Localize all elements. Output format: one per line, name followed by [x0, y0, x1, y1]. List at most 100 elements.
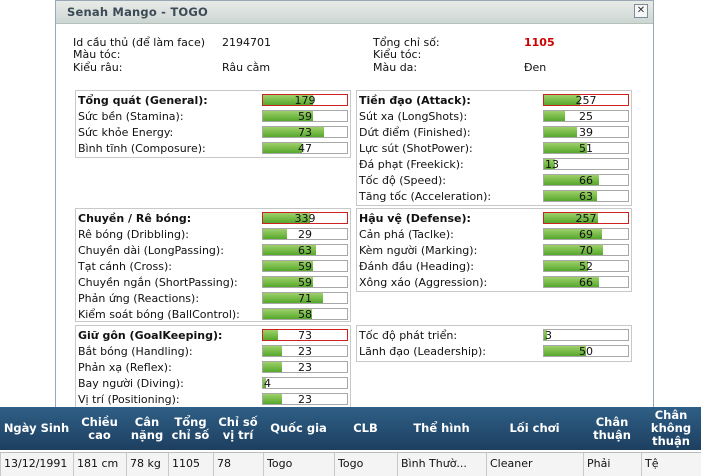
dribbling-attr-2-bar: 59	[262, 260, 348, 273]
general-attr-1-bar: 73	[262, 126, 348, 139]
goalkeeping-attr-1-label: Phản xạ (Reflex):	[78, 361, 172, 374]
dribbling-attr-2-row: Tạt cánh (Cross): 59	[76, 259, 350, 275]
general-attr-1-row: Sức khỏe Energy: 73	[76, 125, 350, 141]
cell-weight: 78 kg	[126, 453, 168, 476]
dribbling-attr-5-bar: 58	[262, 308, 348, 321]
defense-attr-2-label: Đánh đầu (Heading):	[359, 260, 474, 273]
general-total-value: 179	[294, 94, 316, 107]
cell-height: 181 cm	[73, 453, 126, 476]
attack-attr-4-label: Tốc độ (Speed):	[359, 174, 446, 187]
goalkeeping-total-label: Giữ gôn (GoalKeeping):	[78, 329, 223, 342]
cell-play-style: Cleaner	[486, 453, 583, 476]
attack-attr-2-label: Lực sút (ShotPower):	[359, 142, 473, 155]
goalkeeping-attr-3-label: Vị trí (Positioning):	[78, 393, 180, 406]
goalkeeping-attr-2-value: 4	[264, 377, 271, 390]
goalkeeping-attr-3-bar: 23	[262, 393, 348, 406]
goalkeeping-total-value: 73	[298, 329, 312, 342]
dribbling-attr-5-row: Kiểm soát bóng (BallControl): 58	[76, 307, 350, 323]
cell-club: Togo	[334, 453, 397, 476]
dribbling-attr-2-label: Tạt cánh (Cross):	[78, 260, 172, 273]
header-club[interactable]: CLB	[334, 407, 397, 450]
header-weight[interactable]: Cân nặng	[126, 407, 168, 450]
general-attr-1-label: Sức khỏe Energy:	[78, 126, 174, 139]
attack-attr-1-value: 39	[579, 126, 593, 139]
misc-attr-0-label: Tốc độ phát triển:	[359, 329, 458, 342]
attack-attr-5-value: 63	[579, 190, 593, 203]
general-attr-2-value: 47	[298, 142, 312, 155]
table-row[interactable]: 13/12/1991 181 cm 78 kg 1105 78 Togo Togo Bình …	[0, 452, 701, 476]
defense-attr-2-row: Đánh đầu (Heading): 52	[357, 259, 631, 275]
attack-attr-5-row: Tăng tốc (Acceleration): 63	[357, 189, 631, 205]
dribbling-attr-0-value: 29	[298, 228, 312, 241]
defense-attr-0-value: 69	[579, 228, 593, 241]
goalkeeping-attr-0-label: Bắt bóng (Handling):	[78, 345, 193, 358]
table-header: Ngày Sinh Chiều cao Cân nặng Tổng chỉ số Chỉ…	[0, 407, 701, 450]
beard-value: Râu cằm	[222, 61, 271, 74]
defense-total-bar: 257	[543, 212, 629, 225]
dribbling-attr-3-label: Chuyền ngắn (ShortPassing):	[78, 276, 238, 289]
cell-position-stats: 78	[213, 453, 263, 476]
panel-goalkeeping: Giữ gôn (GoalKeeping): 73 Bắt bóng (Handli…	[75, 325, 351, 409]
general-total-row: Tổng quát (General): 179	[76, 93, 350, 109]
panel-attack: Tiền đạo (Attack): 257 Sút xa (LongShots):…	[356, 90, 632, 206]
skin-value: Đen	[524, 61, 547, 74]
dribbling-attr-5-label: Kiểm soát bóng (BallControl):	[78, 308, 240, 321]
player-detail-dialog: Senah Mango - TOGO ✕ Id cầu thủ (để làm …	[55, 0, 654, 412]
dribbling-total-value: 339	[294, 212, 316, 225]
attack-attr-3-label: Đá phạt (Freekick):	[359, 158, 464, 171]
dribbling-attr-0-row: Rê bóng (Dribbling): 29	[76, 227, 350, 243]
dribbling-attr-1-value: 63	[298, 244, 312, 257]
dribbling-attr-3-value: 59	[298, 276, 312, 289]
attack-attr-3-value: 13	[545, 158, 559, 171]
dribbling-total-row: Chuyền / Rê bóng: 339	[76, 211, 350, 227]
attack-attr-4-bar: 66	[543, 174, 629, 187]
defense-total-row: Hậu vệ (Defense): 257	[357, 211, 631, 227]
attack-attr-4-row: Tốc độ (Speed): 66	[357, 173, 631, 189]
dribbling-attr-5-value: 58	[298, 308, 312, 321]
header-birth-date[interactable]: Ngày Sinh	[0, 407, 73, 450]
goalkeeping-attr-0-value: 23	[298, 345, 312, 358]
dribbling-total-label: Chuyền / Rê bóng:	[78, 212, 192, 225]
panel-defense: Hậu vệ (Defense): 257 Cản phá (Taclke): 69 K…	[356, 208, 632, 292]
header-body-type[interactable]: Thể hình	[397, 407, 486, 450]
skin-label: Màu da:	[373, 61, 418, 74]
misc-attr-0-row: Tốc độ phát triển: 3	[357, 328, 631, 344]
attack-attr-1-label: Dứt điểm (Finished):	[359, 126, 471, 139]
header-weak-foot[interactable]: Chân không thuận	[641, 407, 701, 450]
general-attr-2-row: Bình tĩnh (Composure): 47	[76, 141, 350, 157]
goalkeeping-attr-1-value: 23	[298, 361, 312, 374]
goalkeeping-attr-2-row: Bay người (Diving): 4	[76, 376, 350, 392]
header-nationality[interactable]: Quốc gia	[263, 407, 334, 450]
header-play-style[interactable]: Lối chơi	[486, 407, 583, 450]
beard-label: Kiểu râu:	[73, 61, 123, 74]
defense-attr-3-row: Xông xáo (Aggression): 66	[357, 275, 631, 291]
header-height[interactable]: Chiều cao	[73, 407, 126, 450]
dialog-title: Senah Mango - TOGO	[67, 5, 208, 19]
defense-attr-1-bar: 70	[543, 244, 629, 257]
header-position-stats[interactable]: Chỉ số vị trí	[213, 407, 263, 450]
attack-attr-0-row: Sút xa (LongShots): 25	[357, 109, 631, 125]
goalkeeping-attr-3-value: 23	[298, 393, 312, 406]
dribbling-attr-1-label: Chuyền dài (LongPassing):	[78, 244, 224, 257]
header-total-stats[interactable]: Tổng chỉ số	[168, 407, 213, 450]
attack-total-row: Tiền đạo (Attack): 257	[357, 93, 631, 109]
misc-attr-1-value: 50	[579, 345, 593, 358]
attack-attr-1-row: Dứt điểm (Finished): 39	[357, 125, 631, 141]
attack-attr-2-bar: 51	[543, 142, 629, 155]
panel-general: Tổng quát (General): 179 Sức bền (Stamina)…	[75, 90, 351, 158]
close-icon[interactable]: ✕	[634, 4, 648, 18]
defense-attr-0-row: Cản phá (Taclke): 69	[357, 227, 631, 243]
attack-attr-1-bar: 39	[543, 126, 629, 139]
dialog-titlebar[interactable]: Senah Mango - TOGO ✕	[56, 1, 653, 24]
dribbling-attr-3-row: Chuyền ngắn (ShortPassing): 59	[76, 275, 350, 291]
header-preferred-foot[interactable]: Chân thuận	[583, 407, 641, 450]
dribbling-attr-1-bar: 63	[262, 244, 348, 257]
cell-total-stats: 1105	[168, 453, 213, 476]
total-value: 1105	[524, 36, 555, 49]
general-attr-2-label: Bình tĩnh (Composure):	[78, 142, 206, 155]
attack-attr-2-row: Lực sút (ShotPower): 51	[357, 141, 631, 157]
general-attr-2-bar: 47	[262, 142, 348, 155]
defense-attr-3-bar: 66	[543, 276, 629, 289]
dribbling-attr-4-bar: 71	[262, 292, 348, 305]
attack-attr-2-value: 51	[579, 142, 593, 155]
